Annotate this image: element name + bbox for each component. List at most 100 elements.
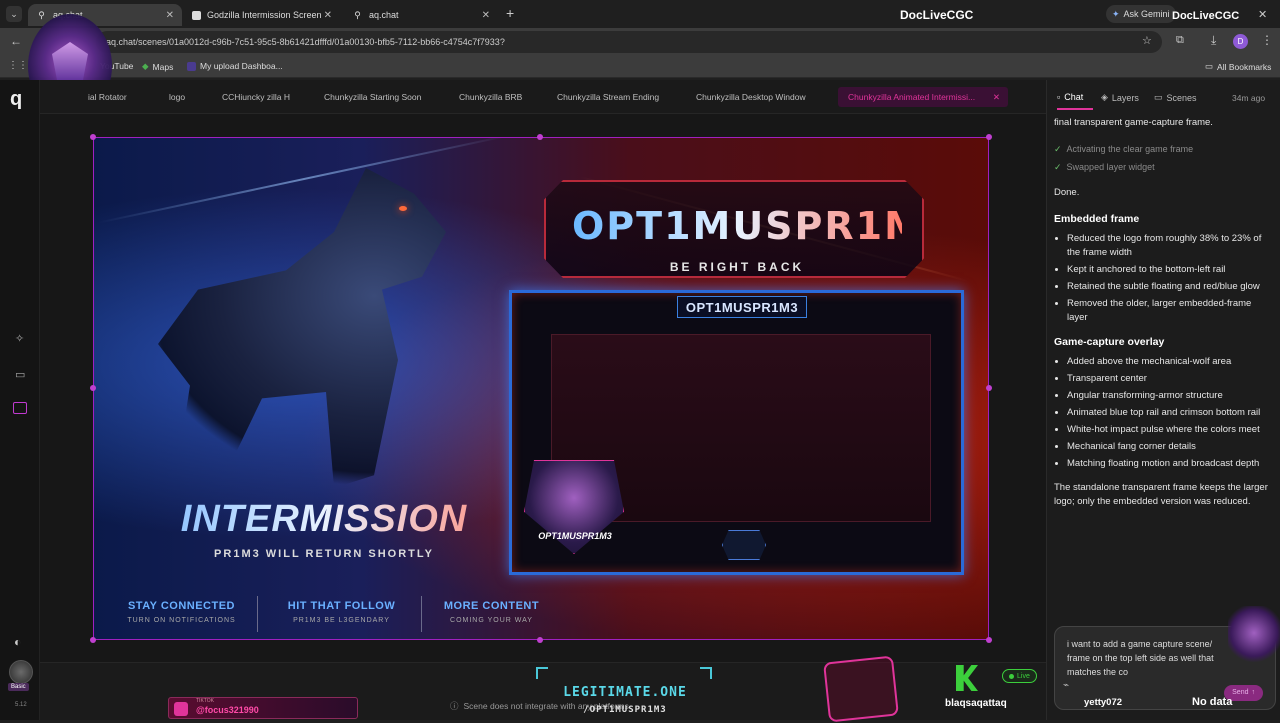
apps-icon[interactable]: ⋮⋮	[8, 60, 28, 71]
brb-subtitle: BE RIGHT BACK	[669, 260, 805, 274]
list-item: Removed the older, larger embedded-frame…	[1067, 297, 1268, 325]
browser-tab-strip: ⌄ ⚲ aq.chat ✕ Godzilla Intermission Scre…	[0, 0, 1280, 28]
tab-search-icon[interactable]: ⌄	[6, 6, 22, 22]
progress-check-item: ✓ Swapped layer widget	[1054, 160, 1268, 174]
footer-sub: COMING YOUR WAY	[450, 617, 533, 624]
footer-divider	[421, 596, 422, 632]
all-bookmarks-label: All Bookmarks	[1217, 61, 1272, 72]
layers-icon: ◈	[1101, 92, 1108, 102]
k-logo	[956, 665, 978, 691]
resize-handle[interactable]	[986, 385, 992, 391]
all-bookmarks[interactable]: ▭ All Bookmarks	[1205, 61, 1271, 72]
bookmark-star-icon[interactable]: ☆	[1142, 34, 1152, 47]
panel-tab-chat[interactable]: ▫ Chat	[1057, 92, 1083, 102]
list-item: Transparent center	[1067, 372, 1268, 386]
attach-icon[interactable]: ⌁	[1063, 679, 1069, 693]
progress-check-item: ✓ Activating the clear game frame	[1054, 142, 1268, 156]
list-item: Animated blue top rail and crimson botto…	[1067, 406, 1268, 420]
folder-icon[interactable]: ▭	[15, 368, 25, 381]
tiktok-label: TIKTOK	[196, 698, 214, 704]
footer-title: HIT THAT FOLLOW	[287, 600, 396, 612]
maps-icon: ◆	[142, 61, 149, 71]
no-data-label: No data	[1192, 696, 1233, 708]
resize-handle[interactable]	[90, 637, 96, 643]
message-done: Done.	[1054, 187, 1080, 198]
footer-item-more-content: MORE CONTENT COMING YOUR WAY	[424, 600, 559, 624]
bookmark-upload-dashboard[interactable]: My upload Dashboa...	[187, 61, 283, 71]
search-icon: ⚲	[38, 9, 45, 20]
section-list: Reduced the logo from roughly 38% to 23%…	[1054, 232, 1268, 325]
panel-tab-label: Chat	[1064, 92, 1084, 102]
user-avatar[interactable]	[9, 660, 33, 684]
message-outro: The standalone transparent frame keeps t…	[1054, 482, 1268, 507]
live-dot-icon	[1009, 673, 1014, 679]
theme-toggle-icon[interactable]: ◐	[14, 635, 21, 649]
avatar[interactable]: D	[1233, 34, 1248, 49]
scene-tab-label: Chunkyzilla Animated Intermissi...	[848, 92, 976, 102]
footer-item-stay-connected: STAY CONNECTED TURN ON NOTIFICATIONS	[114, 600, 249, 624]
scene-tab-stream-ending[interactable]: Chunkyzilla Stream Ending	[557, 92, 659, 102]
resize-handle[interactable]	[986, 637, 992, 643]
plan-badge: Basic	[8, 683, 29, 691]
frame-title: OPT1MUSPR1M3	[685, 300, 799, 315]
page-icon	[192, 10, 201, 20]
list-item: Angular transforming-armor structure	[1067, 389, 1268, 403]
scene-tab-logo[interactable]: logo	[169, 92, 185, 102]
ask-gemini-button[interactable]: ✦ Ask Gemini	[1106, 5, 1176, 23]
list-item: Retained the subtle floating and red/blu…	[1067, 280, 1268, 294]
scene-tab-brb[interactable]: Chunkyzilla BRB	[459, 92, 522, 102]
send-label: Send	[1232, 689, 1249, 696]
username-2: blaqsaqattaq	[945, 698, 1007, 709]
list-item: Reduced the logo from roughly 38% to 23%…	[1067, 232, 1268, 260]
close-icon[interactable]: ✕	[993, 92, 1000, 103]
intermission-title: INTERMISSION	[134, 498, 514, 541]
browser-tab-godzilla[interactable]: Godzilla Intermission Screen ✕	[184, 4, 340, 26]
tab-title: Godzilla Intermission Screen	[207, 10, 322, 20]
send-arrow-icon: ↑	[1251, 689, 1256, 696]
browser-tab-aq-chat-2[interactable]: ⚲ aq.chat ✕	[344, 4, 498, 26]
resize-handle[interactable]	[90, 134, 96, 140]
scene-tab-rotator[interactable]: ial Rotator	[88, 92, 127, 102]
left-rail: q ✧ ▭ ◐ Basic 5.12	[0, 80, 40, 720]
ask-gemini-label: Ask Gemini	[1123, 9, 1170, 19]
layout-icon[interactable]	[13, 402, 27, 414]
scene-tab-desktop-window[interactable]: Chunkyzilla Desktop Window	[696, 92, 806, 102]
scene-tab-animated-intermission[interactable]: Chunkyzilla Animated Intermissi... ✕	[838, 87, 1008, 107]
resize-handle[interactable]	[537, 134, 543, 140]
panel-tab-label: Layers	[1111, 92, 1139, 103]
list-item: Mechanical fang corner details	[1067, 440, 1268, 454]
back-icon[interactable]: ←	[10, 34, 22, 48]
chat-message: final transparent game-capture frame. ✓ A…	[1054, 116, 1268, 509]
resize-handle[interactable]	[986, 134, 992, 140]
close-icon[interactable]: ✕	[482, 10, 490, 21]
extensions-icon[interactable]: ⧉	[1176, 34, 1184, 47]
scene-tab-starting-soon[interactable]: Chunkyzilla Starting Soon	[324, 92, 421, 102]
resize-handle[interactable]	[537, 637, 543, 643]
check-icon: ✓	[1054, 162, 1062, 172]
scene-tab-cchiuncky[interactable]: CCHiuncky zilla H	[222, 92, 290, 102]
footer-item-hit-follow: HIT THAT FOLLOW PR1M3 BE L3GENDARY	[274, 600, 409, 624]
close-icon[interactable]: ✕	[166, 10, 174, 21]
new-tab-button[interactable]: +	[506, 5, 514, 21]
url-text: aq.chat/scenes/01a0012d-c96b-7c51-95c5-8…	[106, 37, 505, 47]
chat-icon: ▫	[1057, 92, 1061, 102]
panel-tab-scenes[interactable]: ▭ Scenes	[1154, 92, 1197, 103]
close-icon[interactable]: ✕	[324, 10, 332, 21]
panel-tab-layers[interactable]: ◈ Layers	[1101, 92, 1139, 103]
close-window-icon[interactable]: ✕	[1258, 8, 1267, 21]
bookmark-maps[interactable]: ◆ Maps	[142, 61, 173, 72]
bookmark-label: My upload Dashboa...	[200, 61, 283, 71]
tab-title: aq.chat	[369, 10, 399, 20]
scene-preview[interactable]: OPT1MUSPR1M3 BE RIGHT BACK OPT1MUSPR1M3 …	[93, 137, 989, 640]
address-bar[interactable]: aq.chat/scenes/01a0012d-c96b-7c51-95c5-8…	[96, 31, 1162, 53]
active-tab-underline	[1057, 108, 1093, 110]
app-logo-icon[interactable]: q	[10, 88, 22, 111]
wolf-emblem-icon	[722, 530, 766, 560]
username-1: yetty072	[1084, 697, 1123, 708]
download-icon[interactable]: ⤓	[1211, 33, 1216, 48]
menu-icon[interactable]: ⋮	[1261, 33, 1273, 47]
resize-handle[interactable]	[90, 385, 96, 391]
footer-divider	[257, 596, 258, 632]
sparkle-icon[interactable]: ✧	[15, 332, 24, 345]
footer-title: MORE CONTENT	[443, 600, 540, 612]
